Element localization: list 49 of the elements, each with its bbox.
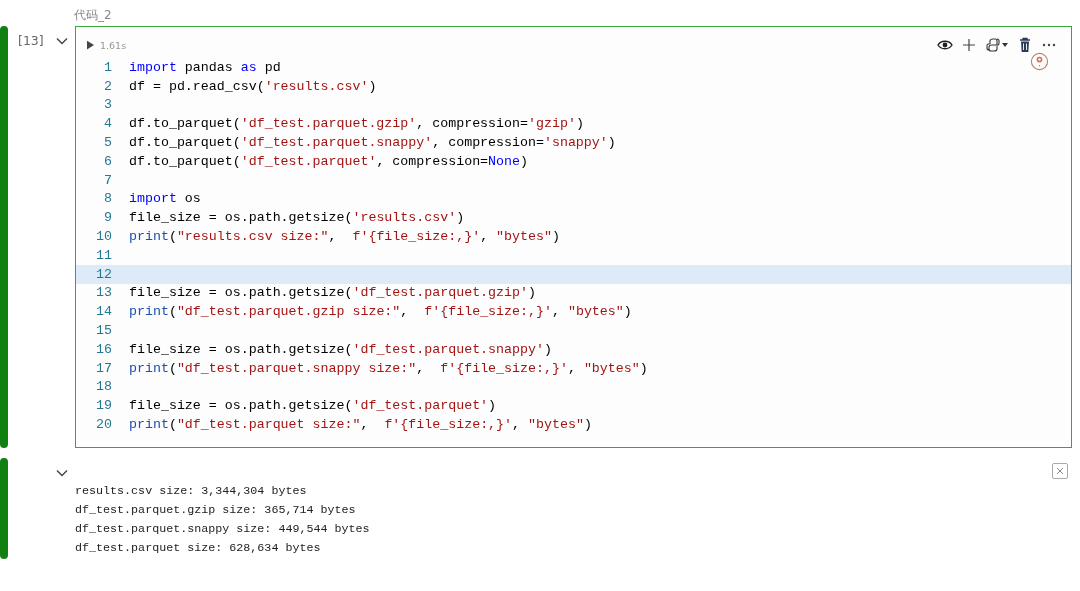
line-number: 16	[95, 341, 113, 357]
output-line: df_test.parquet size: 628,634 bytes	[75, 541, 322, 557]
code-line: file_size = os.path.getsize('df_test.parquet')	[129, 398, 497, 414]
plus-icon[interactable]	[961, 37, 977, 53]
line-number: 11	[95, 247, 113, 263]
line-number: 17	[95, 360, 113, 376]
cell-label: 代码_2	[74, 8, 112, 22]
execution-time: 1.61s	[100, 39, 127, 51]
code-line: print("df_test.parquet.gzip size:", f'{file_size:,}', "bytes")	[129, 304, 632, 320]
output-line: df_test.parquet.snappy size: 449,544 bytes	[75, 522, 371, 538]
code-cell[interactable]	[75, 26, 1072, 448]
output-line: df_test.parquet.gzip size: 365,714 bytes	[75, 503, 357, 519]
line-number: 13	[95, 285, 113, 301]
line-number: 20	[95, 417, 113, 433]
code-line: file_size = os.path.getsize('df_test.parquet.snappy')	[129, 341, 552, 357]
code-line: print("df_test.parquet size:", f'{file_size:,}', "bytes")	[129, 417, 592, 433]
line-number: 8	[103, 191, 113, 207]
run-icon[interactable]	[87, 40, 94, 50]
code-line: print("results.csv size:", f'{file_size:,}', "bytes")	[129, 229, 560, 245]
line-number: 19	[95, 398, 113, 414]
code-line: df.to_parquet('df_test.parquet.gzip', compression='gzip')	[129, 116, 584, 132]
line-number: 18	[95, 379, 113, 395]
line-number: 9	[103, 210, 113, 226]
chevron-icon[interactable]	[56, 37, 68, 45]
code-line: df.to_parquet('df_test.parquet.snappy', compression='snappy')	[129, 135, 616, 151]
line-number: 2	[103, 78, 113, 94]
code-line: file_size = os.path.getsize('df_test.parquet.gzip')	[129, 285, 536, 301]
output-line: results.csv size: 3,344,304 bytes	[75, 484, 308, 500]
line-number: 10	[95, 229, 113, 245]
trash-icon[interactable]	[1017, 37, 1033, 53]
code-line: file_size = os.path.getsize('results.csv')	[129, 210, 465, 226]
line-number: 6	[103, 153, 113, 169]
line-number: 14	[95, 304, 113, 320]
chevron-icon[interactable]	[56, 469, 68, 477]
line-number: 4	[103, 116, 113, 132]
line-number: 3	[103, 97, 113, 113]
execution-count: [13]	[18, 33, 42, 49]
code-line: df.to_parquet('df_test.parquet', compression=None)	[129, 153, 528, 169]
line-number: 7	[103, 172, 113, 188]
line-number: 1	[103, 59, 113, 75]
code-line: df = pd.read_csv('results.csv')	[129, 78, 377, 94]
line-number: 5	[103, 135, 113, 151]
target-icon	[1030, 52, 1049, 71]
code-line: print("df_test.parquet.snappy size:", f'{file_size:,}', "bytes")	[129, 360, 648, 376]
code-line: import pandas as pd	[129, 59, 281, 75]
line-number: 12	[95, 266, 113, 282]
clear-output-icon[interactable]	[1050, 461, 1070, 481]
code-line: import os	[129, 191, 201, 207]
line-number: 15	[95, 323, 113, 339]
